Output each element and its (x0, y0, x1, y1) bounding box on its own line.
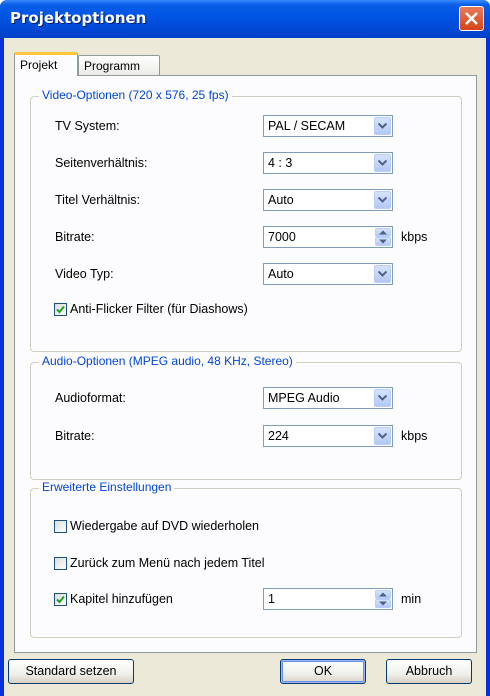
dropdown-arrow-button[interactable] (374, 389, 391, 407)
checkmark-icon (56, 595, 65, 604)
chevron-down-icon (378, 395, 387, 401)
arrow-down-icon (379, 239, 387, 244)
tv-system-select[interactable]: PAL / SECAM (263, 115, 393, 137)
title-ratio-select[interactable]: Auto (263, 189, 393, 211)
cancel-button[interactable]: Abbruch (386, 659, 472, 684)
dropdown-arrow-button[interactable] (374, 154, 391, 172)
chapter-interval-value: 1 (268, 592, 275, 606)
advanced-settings-group: Erweiterte Einstellungen Wiedergabe auf … (30, 480, 462, 638)
back-to-menu-label[interactable]: Zurück zum Menü nach jedem Titel (70, 556, 265, 570)
audio-bitrate-select[interactable]: 224 (263, 425, 393, 447)
audio-bitrate-value: 224 (268, 429, 289, 443)
audio-format-select[interactable]: MPEG Audio (263, 387, 393, 409)
audio-bitrate-label: Bitrate: (55, 429, 95, 443)
spin-up-button[interactable] (375, 590, 391, 599)
video-type-select[interactable]: Auto (263, 263, 393, 285)
ok-button[interactable]: OK (280, 659, 366, 684)
back-to-menu-checkbox[interactable] (54, 557, 67, 570)
video-bitrate-unit: kbps (401, 230, 428, 244)
chevron-down-icon (378, 197, 387, 203)
anti-flicker-label[interactable]: Anti-Flicker Filter (für Diashows) (70, 302, 248, 316)
tab-projekt[interactable]: Projekt (14, 52, 78, 76)
aspect-ratio-label: Seitenverhältnis: (55, 156, 148, 170)
video-bitrate-value: 7000 (268, 230, 296, 244)
aspect-ratio-value: 4 : 3 (268, 156, 293, 170)
chevron-down-icon (378, 123, 387, 129)
tv-system-label: TV System: (55, 119, 120, 133)
spin-down-button[interactable] (375, 599, 391, 608)
repeat-dvd-checkbox[interactable] (54, 520, 67, 533)
dropdown-arrow-button[interactable] (374, 265, 391, 283)
checkmark-icon (56, 305, 65, 314)
tab-panel-projekt: Video-Optionen (720 x 576, 25 fps) TV Sy… (14, 75, 477, 653)
audio-bitrate-unit: kbps (401, 429, 428, 443)
dialog-body: Projekt Programm Video-Optionen (720 x 5… (4, 38, 486, 696)
spin-up-button[interactable] (375, 228, 391, 237)
tv-system-value: PAL / SECAM (268, 119, 346, 133)
close-button[interactable] (459, 6, 484, 31)
dialog-window: Projektoptionen Projekt Programm Video-O… (0, 0, 490, 696)
chevron-down-icon (378, 271, 387, 277)
video-options-group: Video-Optionen (720 x 576, 25 fps) TV Sy… (30, 88, 462, 352)
arrow-down-icon (379, 601, 387, 606)
dropdown-arrow-button[interactable] (374, 427, 391, 445)
repeat-dvd-label[interactable]: Wiedergabe auf DVD wiederholen (70, 519, 259, 533)
dropdown-arrow-button[interactable] (374, 191, 391, 209)
tab-programm[interactable]: Programm (78, 55, 160, 75)
title-ratio-label: Titel Verhältnis: (55, 193, 140, 207)
video-options-legend: Video-Optionen (720 x 576, 25 fps) (39, 88, 232, 102)
dropdown-arrow-button[interactable] (374, 117, 391, 135)
title-bar[interactable]: Projektoptionen (0, 0, 490, 38)
audio-options-group: Audio-Optionen (MPEG audio, 48 KHz, Ster… (30, 354, 462, 480)
video-bitrate-spinner[interactable]: 7000 (263, 226, 393, 248)
close-icon (465, 12, 478, 25)
add-chapters-label[interactable]: Kapitel hinzufügen (70, 592, 173, 606)
audio-options-legend: Audio-Optionen (MPEG audio, 48 KHz, Ster… (39, 354, 296, 368)
add-chapters-checkbox[interactable] (54, 593, 67, 606)
video-bitrate-label: Bitrate: (55, 230, 95, 244)
audio-format-label: Audioformat: (55, 391, 126, 405)
aspect-ratio-select[interactable]: 4 : 3 (263, 152, 393, 174)
video-type-value: Auto (268, 267, 294, 281)
set-defaults-button[interactable]: Standard setzen (8, 659, 134, 684)
window-title: Projektoptionen (10, 9, 147, 27)
audio-format-value: MPEG Audio (268, 391, 340, 405)
video-type-label: Video Typ: (55, 267, 114, 281)
chapter-interval-spinner[interactable]: 1 (263, 588, 393, 610)
spin-down-button[interactable] (375, 237, 391, 246)
arrow-up-icon (379, 592, 387, 597)
chevron-down-icon (378, 160, 387, 166)
advanced-settings-legend: Erweiterte Einstellungen (39, 480, 175, 494)
chevron-down-icon (378, 433, 387, 439)
arrow-up-icon (379, 230, 387, 235)
anti-flicker-checkbox[interactable] (54, 303, 67, 316)
chapter-interval-unit: min (401, 592, 422, 606)
title-ratio-value: Auto (268, 193, 294, 207)
